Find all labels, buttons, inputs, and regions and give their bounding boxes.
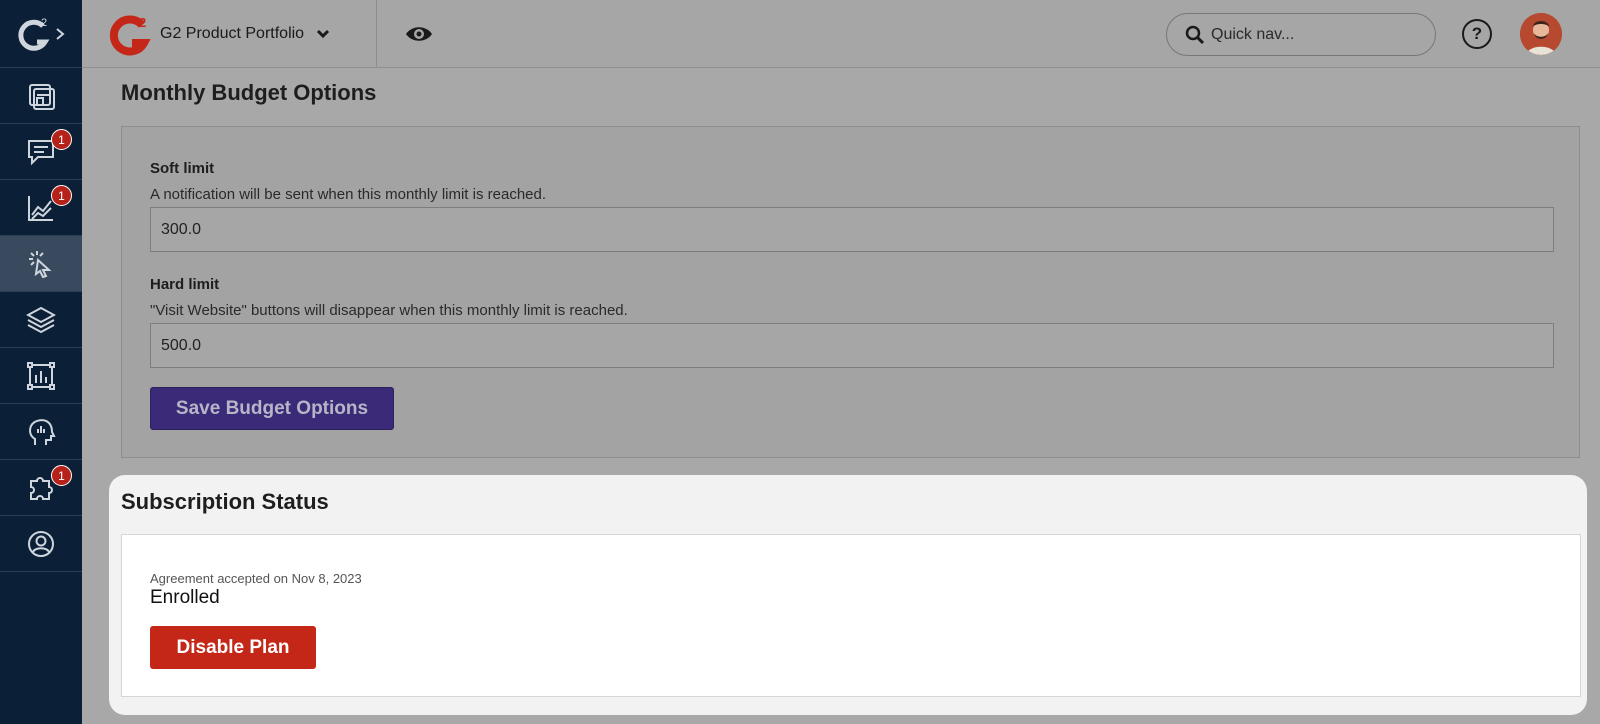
layers-icon [26,306,56,333]
head-insights-icon [29,418,56,445]
subscription-section-title: Subscription Status [121,489,329,514]
top-bar: 2 G2 Product Portfolio ? [82,0,1600,68]
save-budget-button[interactable]: Save Budget Options [150,387,394,430]
soft-limit-label: Soft limit [150,160,215,177]
disable-plan-button[interactable]: Disable Plan [150,626,316,669]
sidebar: 2 1 1 1 [0,0,82,724]
product-switcher[interactable]: 2 G2 Product Portfolio [108,10,330,58]
cursor-click-icon [29,250,52,278]
avatar[interactable] [1520,13,1562,55]
chart-frame-icon [27,361,55,390]
chevron-down-icon [317,29,330,39]
hard-limit-field[interactable] [150,323,1554,368]
sidebar-item-insights[interactable] [0,404,82,460]
sidebar-item-analytics[interactable]: 1 [0,180,82,236]
sidebar-item-account[interactable] [0,516,82,572]
chevron-right-icon [56,27,65,40]
search-icon [1185,25,1205,44]
eye-icon[interactable] [404,22,434,46]
soft-limit-help: A notification will be sent when this mo… [150,186,547,203]
sidebar-item-dashboard[interactable] [0,68,82,124]
budget-panel: Soft limit A notification will be sent w… [121,126,1580,458]
product-name: G2 Product Portfolio [160,25,305,42]
sidebar-item-layers[interactable] [0,292,82,348]
search-input[interactable] [1211,25,1411,44]
help-icon[interactable]: ? [1462,19,1492,49]
sidebar-item-chat[interactable]: 1 [0,124,82,180]
enrollment-status: Enrolled [150,587,220,608]
svg-text:2: 2 [41,17,47,29]
g2-brand-logo-icon: 2 [109,15,151,56]
g2-menu-toggle[interactable]: 2 [0,0,82,68]
quick-nav-search[interactable] [1166,13,1436,56]
sidebar-item-integrations[interactable]: 1 [0,460,82,516]
hard-limit-label: Hard limit [150,276,220,293]
dashboard-icon [29,83,55,110]
chat-badge: 1 [51,129,72,150]
soft-limit-field[interactable] [150,207,1554,252]
integrations-badge: 1 [51,465,72,486]
hard-limit-help: "Visit Website" buttons will disappear w… [150,302,628,319]
sidebar-item-reports[interactable] [0,348,82,404]
top-divider [376,0,377,68]
subscription-section: Subscription Status Agreement accepted o… [109,475,1587,715]
user-circle-icon [28,530,54,557]
g2-logo-icon: 2 [18,17,50,51]
agreement-date: Agreement accepted on Nov 8, 2023 [150,571,362,586]
user-avatar-icon [1520,13,1562,55]
sidebar-item-clicks[interactable] [0,236,82,292]
svg-text:2: 2 [139,15,146,30]
analytics-badge: 1 [51,185,72,206]
subscription-panel: Agreement accepted on Nov 8, 2023 Enroll… [121,534,1581,697]
budget-section-title: Monthly Budget Options [121,80,377,105]
